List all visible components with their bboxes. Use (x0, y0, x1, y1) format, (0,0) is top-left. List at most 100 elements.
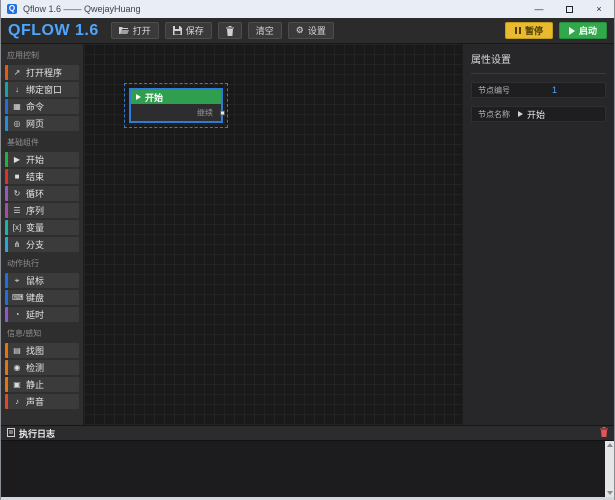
sidebar-item-find-image[interactable]: ▤ 找图 (5, 343, 79, 358)
sidebar-item-label: 绑定窗口 (26, 83, 62, 96)
node-name-field[interactable]: 节点名称 开始 (471, 106, 606, 122)
sound-icon: ♪ (12, 397, 22, 406)
variable-icon: [x] (12, 223, 22, 232)
sidebar-item-bind-window[interactable]: ↓ 绑定窗口 (5, 82, 79, 97)
sidebar-item-label: 键盘 (26, 291, 44, 304)
sidebar-item-webpage[interactable]: ◎ 网页 (5, 116, 79, 131)
log-output-area[interactable] (1, 440, 614, 497)
sidebar-item-label: 命令 (26, 100, 44, 113)
node-name-value: 开始 (527, 108, 545, 121)
node-port-label: 继续 (197, 107, 213, 118)
window-title: Qflow 1.6 —— QwejayHuang (23, 4, 524, 14)
scroll-down-icon[interactable] (607, 491, 613, 495)
node-id-field[interactable]: 节点编号 1 (471, 82, 606, 98)
main-area: 应用控制 ↗ 打开程序 ↓ 绑定窗口 ▦ 命令 ◎ 网页 基础组件 ▶ 开始 (1, 44, 614, 425)
sidebar-item-label: 分支 (26, 238, 44, 251)
detect-icon: ◉ (12, 363, 22, 372)
sidebar-item-sequence[interactable]: ☰ 序列 (5, 203, 79, 218)
delete-button[interactable] (218, 22, 242, 39)
node-header[interactable]: 开始 (131, 90, 221, 104)
pause-button[interactable]: 暂停 (505, 22, 553, 39)
app-window: Q Qflow 1.6 —— QwejayHuang — × QFLOW 1.6… (0, 0, 615, 500)
settings-button[interactable]: ⚙ 设置 (288, 22, 334, 39)
log-scrollbar[interactable] (605, 441, 614, 497)
node-name-label: 节点名称 (478, 109, 510, 120)
launch-icon: ↗ (12, 68, 22, 77)
bind-window-icon: ↓ (12, 85, 22, 94)
properties-title: 属性设置 (471, 51, 606, 74)
pause-icon (515, 27, 521, 34)
node-id-value: 1 (510, 85, 599, 95)
save-button-label: 保存 (186, 24, 204, 37)
sidebar-item-label: 检测 (26, 361, 44, 374)
webpage-icon: ◎ (12, 119, 22, 128)
sidebar-item-label: 找图 (26, 344, 44, 357)
section-header-actions: 动作执行 (1, 254, 83, 271)
sidebar-item-label: 鼠标 (26, 274, 44, 287)
loop-icon: ↻ (12, 189, 22, 198)
open-button[interactable]: 打开 (111, 22, 159, 39)
sequence-icon: ☰ (12, 206, 22, 215)
sidebar-item-command[interactable]: ▦ 命令 (5, 99, 79, 114)
sidebar-item-idle[interactable]: ▣ 静止 (5, 377, 79, 392)
save-button[interactable]: 保存 (165, 22, 212, 39)
sidebar-item-label: 延时 (26, 308, 44, 321)
sidebar-item-start[interactable]: ▶ 开始 (5, 152, 79, 167)
terminal-icon: ▦ (12, 102, 22, 111)
toolbar: QFLOW 1.6 打开 保存 清空 ⚙ 设置 暂停 启动 (1, 18, 614, 44)
sidebar-item-label: 声音 (26, 395, 44, 408)
maximize-button[interactable] (554, 0, 584, 18)
sidebar-item-label: 开始 (26, 153, 44, 166)
pause-button-label: 暂停 (525, 24, 543, 37)
trash-icon (226, 26, 234, 36)
log-header: 执行日志 (1, 425, 614, 440)
sidebar-item-loop[interactable]: ↻ 循环 (5, 186, 79, 201)
settings-button-label: 设置 (308, 24, 326, 37)
node-body: 继续 (131, 104, 221, 121)
open-button-label: 打开 (133, 24, 151, 37)
window-controls: — × (524, 0, 614, 18)
sidebar-item-label: 结束 (26, 170, 44, 183)
idle-icon: ▣ (12, 380, 22, 389)
maximize-icon (566, 6, 573, 13)
log-title: 执行日志 (19, 427, 55, 440)
sidebar-item-variable[interactable]: [x] 变量 (5, 220, 79, 235)
titlebar: Q Qflow 1.6 —— QwejayHuang — × (1, 0, 614, 18)
properties-panel: 属性设置 节点编号 1 节点名称 开始 (462, 44, 614, 425)
mouse-icon: ⌖ (12, 276, 22, 286)
sidebar-item-label: 序列 (26, 204, 44, 217)
branch-icon: ⋔ (12, 240, 22, 249)
sidebar-item-label: 静止 (26, 378, 44, 391)
app-logo: QFLOW 1.6 (8, 22, 99, 40)
node-play-icon (136, 94, 141, 100)
sidebar-item-open-program[interactable]: ↗ 打开程序 (5, 65, 79, 80)
keyboard-icon: ⌨ (12, 293, 22, 302)
sidebar-item-keyboard[interactable]: ⌨ 键盘 (5, 290, 79, 305)
sidebar-item-detect[interactable]: ◉ 检测 (5, 360, 79, 375)
flow-canvas[interactable]: 开始 继续 (84, 44, 462, 425)
component-sidebar: 应用控制 ↗ 打开程序 ↓ 绑定窗口 ▦ 命令 ◎ 网页 基础组件 ▶ 开始 (1, 44, 84, 425)
sidebar-item-sound[interactable]: ♪ 声音 (5, 394, 79, 409)
sidebar-item-end[interactable]: ■ 结束 (5, 169, 79, 184)
clear-button-label: 清空 (256, 24, 274, 37)
save-icon (173, 26, 182, 35)
section-header-perception: 信息/感知 (1, 324, 83, 341)
play-icon (569, 27, 575, 35)
sidebar-item-label: 循环 (26, 187, 44, 200)
sidebar-item-branch[interactable]: ⋔ 分支 (5, 237, 79, 252)
section-header-app-control: 应用控制 (1, 46, 83, 63)
sidebar-item-delay[interactable]: ◔ 延时 (5, 307, 79, 322)
gear-icon: ⚙ (296, 25, 304, 36)
find-image-icon: ▤ (12, 346, 22, 355)
minimize-button[interactable]: — (524, 0, 554, 18)
node-start[interactable]: 开始 继续 (129, 88, 223, 123)
sidebar-item-mouse[interactable]: ⌖ 鼠标 (5, 273, 79, 288)
node-output-port[interactable] (220, 110, 225, 115)
scroll-up-icon[interactable] (607, 443, 613, 447)
start-button[interactable]: 启动 (559, 22, 607, 39)
clear-button[interactable]: 清空 (248, 22, 282, 39)
stop-icon: ■ (12, 172, 22, 181)
sidebar-item-label: 打开程序 (26, 66, 62, 79)
start-icon: ▶ (12, 155, 22, 164)
close-button[interactable]: × (584, 0, 614, 18)
